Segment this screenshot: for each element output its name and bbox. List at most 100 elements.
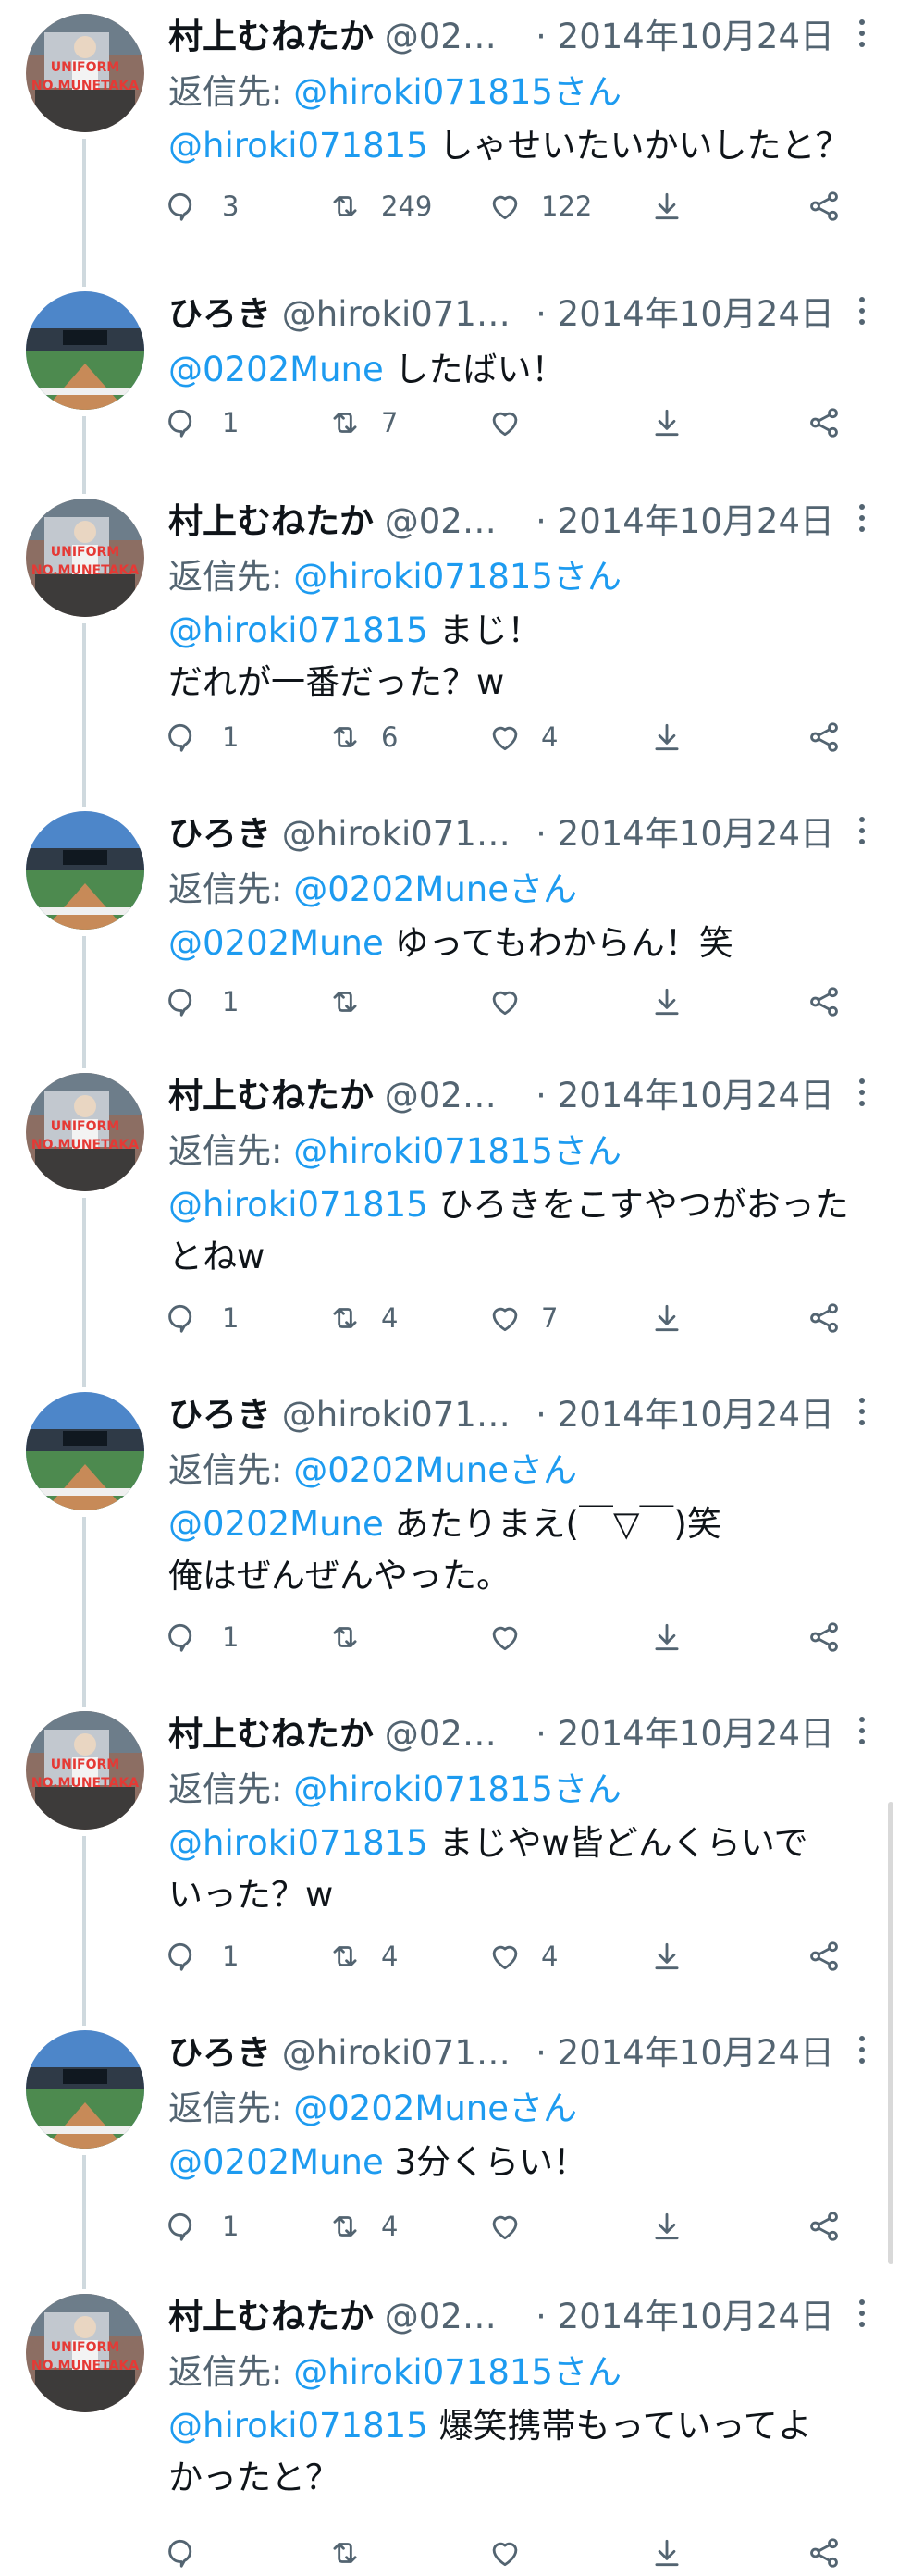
author-handle[interactable]: @02… [385,501,497,541]
more-options-icon[interactable] [856,1395,868,1428]
mention-link[interactable]: @0202Mune [168,1504,384,1544]
share-button[interactable] [649,183,684,229]
share-menu-button[interactable] [807,400,842,446]
more-options-icon[interactable] [856,2297,868,2330]
avatar[interactable]: UNIFORM NO.MUNETAKA [26,14,144,132]
author-name[interactable]: ひろき [168,814,271,854]
mention-link[interactable]: @hiroki071815 [168,2406,428,2446]
more-options-icon[interactable] [856,294,868,327]
reply-button[interactable] [168,2530,222,2576]
tweet-date[interactable]: · 2014年10月24日 [536,289,834,340]
share-menu-button[interactable] [807,1295,842,1341]
like-button[interactable]: 4 [487,1933,558,1979]
reply-button[interactable]: 1 [168,714,239,760]
author-name[interactable]: 村上むねたか [168,1076,374,1115]
reply-button[interactable]: 1 [168,1295,239,1341]
tweet-date[interactable]: · 2014年10月24日 [536,11,834,63]
reply-button[interactable]: 1 [168,979,239,1025]
retweet-button[interactable]: 7 [327,400,398,446]
author-handle[interactable]: @02… [385,1076,497,1115]
reply-button[interactable]: 1 [168,1614,239,1660]
scrollbar[interactable] [888,1802,893,2264]
more-options-icon[interactable] [856,1714,868,1747]
like-button[interactable]: 122 [487,183,592,229]
author-handle[interactable]: @hiroki071… [282,2033,511,2073]
share-menu-button[interactable] [807,714,842,760]
reply-handle-link[interactable]: @0202Muneさん [293,869,577,909]
avatar[interactable]: UNIFORM NO.MUNETAKA [26,2294,144,2412]
tweet-date[interactable]: · 2014年10月24日 [536,1389,834,1441]
more-options-icon[interactable] [856,1076,868,1109]
tweet-date[interactable]: · 2014年10月24日 [536,496,834,548]
author-name[interactable]: 村上むねたか [168,2297,374,2336]
author-handle[interactable]: @hiroki071… [282,1395,511,1435]
share-menu-button[interactable] [807,1614,842,1660]
share-menu-button[interactable] [807,2530,842,2576]
retweet-button[interactable] [327,2530,381,2576]
reply-handle-link[interactable]: @hiroki071815さん [293,1769,622,1809]
more-options-icon[interactable] [856,501,868,535]
share-button[interactable] [649,1295,684,1341]
author-handle[interactable]: @02… [385,17,497,56]
share-button[interactable] [649,714,684,760]
share-menu-button[interactable] [807,979,842,1025]
like-button[interactable] [487,2203,541,2249]
like-button[interactable]: 4 [487,714,558,760]
retweet-button[interactable]: 4 [327,1933,398,1979]
retweet-button[interactable]: 4 [327,1295,398,1341]
mention-link[interactable]: @hiroki071815 [168,1185,428,1225]
reply-button[interactable]: 1 [168,2203,239,2249]
like-button[interactable] [487,979,541,1025]
reply-handle-link[interactable]: @0202Muneさん [293,2089,577,2128]
reply-handle-link[interactable]: @hiroki071815さん [293,1131,622,1171]
author-name[interactable]: ひろき [168,1395,271,1435]
mention-link[interactable]: @hiroki071815 [168,1823,428,1863]
avatar[interactable]: UNIFORM NO.MUNETAKA [26,499,144,617]
author-name[interactable]: 村上むねたか [168,1714,374,1754]
retweet-button[interactable]: 4 [327,2203,398,2249]
share-menu-button[interactable] [807,183,842,229]
tweet-date[interactable]: · 2014年10月24日 [536,808,834,860]
tweet-date[interactable]: · 2014年10月24日 [536,2291,834,2343]
reply-button[interactable]: 1 [168,400,239,446]
retweet-button[interactable] [327,979,381,1025]
share-menu-button[interactable] [807,1933,842,1979]
avatar[interactable] [26,291,144,410]
like-button[interactable] [487,1614,541,1660]
share-button[interactable] [649,979,684,1025]
share-button[interactable] [649,2530,684,2576]
share-button[interactable] [649,400,684,446]
reply-button[interactable]: 1 [168,1933,239,1979]
retweet-button[interactable]: 6 [327,714,398,760]
share-menu-button[interactable] [807,2203,842,2249]
mention-link[interactable]: @0202Mune [168,923,384,963]
retweet-button[interactable] [327,1614,381,1660]
mention-link[interactable]: @0202Mune [168,350,384,389]
author-name[interactable]: ひろき [168,2033,271,2073]
avatar[interactable]: UNIFORM NO.MUNETAKA [26,1711,144,1830]
avatar[interactable] [26,2030,144,2149]
reply-button[interactable]: 3 [168,183,239,229]
like-button[interactable]: 7 [487,1295,558,1341]
author-name[interactable]: ひろき [168,294,271,334]
share-button[interactable] [649,1933,684,1979]
retweet-button[interactable]: 249 [327,183,432,229]
like-button[interactable] [487,2530,541,2576]
author-handle[interactable]: @02… [385,1714,497,1754]
share-button[interactable] [649,1614,684,1660]
tweet-date[interactable]: · 2014年10月24日 [536,1070,834,1122]
reply-handle-link[interactable]: @hiroki071815さん [293,2352,622,2392]
like-button[interactable] [487,400,541,446]
tweet-date[interactable]: · 2014年10月24日 [536,2028,834,2079]
more-options-icon[interactable] [856,2033,868,2066]
avatar[interactable]: UNIFORM NO.MUNETAKA [26,1073,144,1191]
author-handle[interactable]: @hiroki071… [282,294,511,334]
reply-handle-link[interactable]: @0202Muneさん [293,1450,577,1490]
reply-handle-link[interactable]: @hiroki071815さん [293,72,622,112]
mention-link[interactable]: @0202Mune [168,2142,384,2182]
share-button[interactable] [649,2203,684,2249]
mention-link[interactable]: @hiroki071815 [168,126,428,166]
author-handle[interactable]: @hiroki071… [282,814,511,854]
mention-link[interactable]: @hiroki071815 [168,610,428,650]
more-options-icon[interactable] [856,814,868,847]
